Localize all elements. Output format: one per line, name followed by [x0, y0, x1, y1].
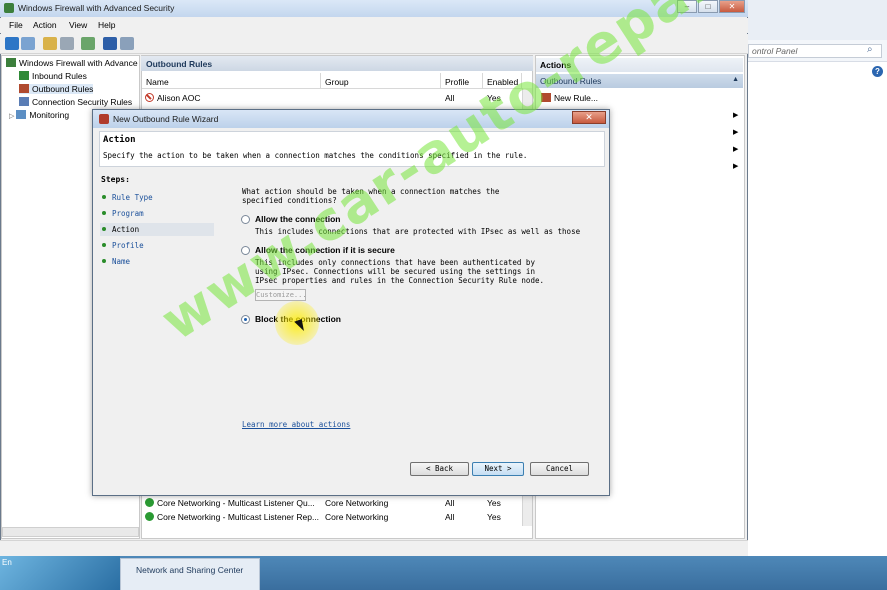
steps-title: Steps:: [101, 175, 130, 184]
column-header-group[interactable]: Group: [321, 73, 441, 89]
radio-allow[interactable]: [241, 215, 250, 224]
next-button[interactable]: Next >: [472, 462, 524, 476]
tree-item-label: Connection Security Rules: [32, 97, 133, 107]
step-bullet-icon: [102, 243, 106, 247]
background-control-panel-window: [745, 40, 887, 590]
collapse-arrow-icon[interactable]: ▲: [732, 76, 739, 83]
up-folder-icon[interactable]: [43, 37, 57, 50]
menu-view[interactable]: View: [69, 20, 87, 30]
table-row[interactable]: Alison AOC: [145, 93, 200, 103]
rule-enabled: Yes: [487, 512, 501, 522]
inbound-rules-icon: [19, 71, 29, 80]
step-label: Name: [112, 257, 131, 266]
tree-root[interactable]: Windows Firewall with Advance: [6, 58, 138, 68]
rule-name: Alison AOC: [157, 93, 201, 103]
step-rule-type[interactable]: Rule Type: [100, 191, 214, 204]
step-bullet-icon: [102, 211, 106, 215]
dialog-close-button[interactable]: ✕: [572, 111, 606, 124]
export-list-icon[interactable]: [81, 37, 95, 50]
step-program[interactable]: Program: [100, 207, 214, 220]
firewall-icon: [6, 58, 16, 67]
window-title: Windows Firewall with Advanced Security: [18, 3, 175, 13]
rule-profile: All: [445, 512, 455, 522]
tree-root-label: Windows Firewall with Advance: [19, 58, 138, 68]
tree-item-monitoring[interactable]: ▷ Monitoring: [9, 110, 69, 120]
step-label: Program: [112, 209, 144, 218]
learn-more-link[interactable]: Learn more about actions: [242, 420, 350, 429]
outbound-rules-icon: [19, 84, 29, 93]
firewall-icon: [4, 3, 14, 13]
step-action[interactable]: Action: [100, 223, 214, 236]
submenu-arrow-icon[interactable]: ▶: [733, 145, 738, 153]
menu-file[interactable]: File: [9, 20, 23, 30]
step-label: Action: [112, 225, 140, 234]
control-panel-search-input[interactable]: ontrol Panel: [748, 44, 882, 58]
help-book-icon[interactable]: [103, 37, 117, 50]
help-icon[interactable]: ?: [872, 66, 883, 77]
tree-item-connection-security[interactable]: Connection Security Rules: [19, 97, 132, 107]
back-arrow-icon[interactable]: [5, 37, 19, 50]
tree-item-label: Outbound Rules: [32, 84, 94, 94]
step-bullet-icon: [102, 259, 106, 263]
allow-icon: [145, 498, 154, 507]
submenu-arrow-icon[interactable]: ▶: [733, 128, 738, 136]
step-name[interactable]: Name: [100, 255, 214, 268]
menu-action[interactable]: Action: [33, 20, 57, 30]
start-button[interactable]: [0, 556, 120, 590]
submenu-arrow-icon[interactable]: ▶: [733, 111, 738, 119]
tree-item-label: Inbound Rules: [32, 71, 87, 81]
tree-item-inbound-rules[interactable]: Inbound Rules: [19, 71, 87, 81]
step-bullet-icon: [102, 227, 106, 231]
cancel-button[interactable]: Cancel: [530, 462, 589, 476]
connection-security-icon: [19, 97, 29, 106]
allow-icon: [145, 512, 154, 521]
block-icon: [145, 93, 154, 102]
wizard-page-title: Action: [103, 135, 136, 145]
step-label: Rule Type: [112, 193, 153, 202]
table-row[interactable]: Core Networking - Multicast Listener Rep…: [145, 512, 319, 522]
tree-horizontal-scrollbar[interactable]: [2, 527, 139, 537]
forward-arrow-icon[interactable]: [21, 37, 35, 50]
back-button[interactable]: < Back: [410, 462, 469, 476]
menu-help[interactable]: Help: [98, 20, 115, 30]
rule-name: Core Networking - Multicast Listener Qu.…: [157, 498, 315, 508]
expand-arrow-icon[interactable]: ▷: [9, 113, 14, 120]
rule-profile: All: [445, 498, 455, 508]
status-bar: [0, 540, 748, 556]
monitoring-icon: [16, 110, 27, 119]
dialog-title: New Outbound Rule Wizard: [113, 114, 219, 124]
step-label: Profile: [112, 241, 144, 250]
network-sharing-label[interactable]: Network and Sharing Center: [136, 565, 243, 575]
show-hide-tree-icon[interactable]: [60, 37, 74, 50]
rule-profile: All: [445, 93, 455, 103]
column-header-name[interactable]: Name: [142, 73, 321, 89]
step-profile[interactable]: Profile: [100, 239, 214, 252]
table-row[interactable]: Core Networking - Multicast Listener Qu.…: [145, 498, 315, 508]
wizard-header: [99, 131, 605, 167]
step-bullet-icon: [102, 195, 106, 199]
tree-item-label: Monitoring: [29, 110, 70, 120]
submenu-arrow-icon[interactable]: ▶: [733, 162, 738, 170]
rule-group: Core Networking: [325, 512, 389, 522]
rule-enabled: Yes: [487, 498, 501, 508]
language-indicator[interactable]: En: [2, 558, 12, 567]
center-pane-header: Outbound Rules: [141, 56, 533, 71]
rule-name: Core Networking - Multicast Listener Rep…: [157, 512, 320, 522]
rule-group: Core Networking: [325, 498, 389, 508]
tree-item-outbound-rules[interactable]: Outbound Rules: [19, 84, 94, 94]
properties-icon[interactable]: [120, 37, 134, 50]
radio-block[interactable]: [241, 315, 250, 324]
firewall-rule-icon: [99, 114, 109, 124]
search-icon[interactable]: ⌕: [867, 44, 873, 55]
